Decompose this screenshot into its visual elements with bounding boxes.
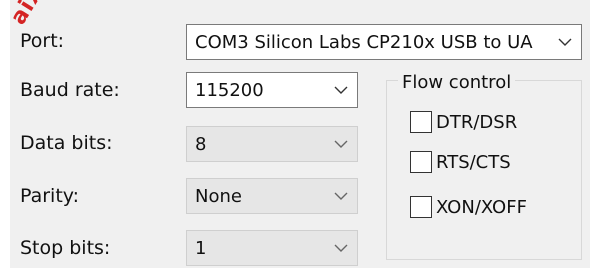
data-bits-value: 8	[195, 133, 207, 155]
parity-select[interactable]: None	[186, 178, 358, 214]
port-label: Port:	[20, 30, 65, 52]
parity-value: None	[195, 185, 242, 207]
parity-label: Parity:	[20, 185, 80, 207]
baud-rate-select[interactable]: 115200	[186, 72, 358, 108]
checkbox-box[interactable]	[410, 151, 432, 173]
chevron-down-icon	[325, 231, 357, 265]
dtr-dsr-label: DTR/DSR	[436, 111, 518, 133]
chevron-down-icon	[325, 127, 357, 161]
dtr-dsr-checkbox[interactable]: DTR/DSR	[410, 111, 517, 133]
left-margin	[0, 0, 10, 268]
data-bits-select[interactable]: 8	[186, 126, 358, 162]
rts-cts-label: RTS/CTS	[436, 151, 511, 173]
checkbox-box[interactable]	[410, 111, 432, 133]
serial-settings-panel: aiXe Port: COM3 Silicon Labs CP210x USB …	[0, 0, 590, 268]
port-select[interactable]: COM3 Silicon Labs CP210x USB to UA	[186, 24, 582, 60]
data-bits-label: Data bits:	[20, 132, 113, 154]
stop-bits-select[interactable]: 1	[186, 230, 358, 266]
stop-bits-label: Stop bits:	[20, 237, 111, 259]
stop-bits-value: 1	[195, 237, 207, 259]
port-value: COM3 Silicon Labs CP210x USB to UA	[195, 31, 533, 53]
rts-cts-checkbox[interactable]: RTS/CTS	[410, 151, 511, 173]
chevron-down-icon	[325, 179, 357, 213]
chevron-down-icon	[325, 73, 357, 107]
watermark: aiXe	[6, 0, 58, 29]
xon-xoff-checkbox[interactable]: XON/XOFF	[410, 196, 527, 218]
flow-control-title: Flow control	[398, 72, 516, 93]
chevron-down-icon	[549, 25, 581, 59]
baud-rate-value: 115200	[195, 79, 264, 101]
xon-xoff-label: XON/XOFF	[436, 196, 527, 218]
checkbox-box[interactable]	[410, 196, 432, 218]
baud-rate-label: Baud rate:	[20, 79, 120, 101]
